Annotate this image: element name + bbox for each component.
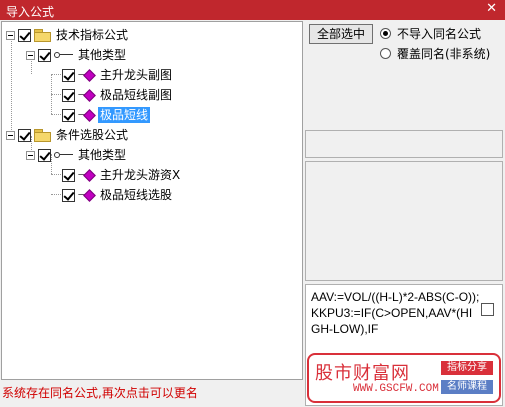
subgroup-checkbox[interactable] [38, 48, 51, 62]
collapse-icon[interactable] [6, 30, 15, 40]
tree-subgroup-label: 其他类型 [78, 148, 127, 162]
tree-subgroup-other[interactable]: 其他类型 [26, 146, 128, 164]
radio-overwrite-duplicates[interactable]: 覆盖同名(非系统) [380, 45, 490, 62]
tree-subgroup-label: 其他类型 [78, 48, 127, 62]
code-checkbox[interactable] [481, 303, 494, 316]
select-all-button[interactable]: 全部选中 [309, 24, 373, 44]
tree-group-label: 条件选股公式 [56, 128, 129, 142]
radio-label: 覆盖同名(非系统) [397, 47, 491, 61]
item-checkbox[interactable] [62, 88, 75, 102]
item-checkbox[interactable] [62, 68, 75, 82]
folder-icon [34, 129, 51, 142]
watermark-name: 股市财富网 [315, 363, 410, 384]
radio-label: 不导入同名公式 [397, 27, 482, 41]
tree-group-indicators[interactable]: 技术指标公式 [6, 26, 130, 44]
formula-icon [78, 189, 96, 201]
tree-group-label: 技术指标公式 [56, 28, 129, 42]
tree-item-label: 极品短线 [98, 107, 151, 123]
item-checkbox[interactable] [62, 168, 75, 182]
item-checkbox[interactable] [62, 108, 75, 122]
window-title: 导入公式 [6, 5, 55, 19]
description-panel [305, 161, 503, 281]
tree-item[interactable]: 极品短线副图 [62, 86, 174, 104]
collapse-icon[interactable] [6, 130, 15, 140]
tree-item[interactable]: 主升龙头副图 [62, 66, 174, 84]
watermark-tag-course: 名师课程 [441, 380, 493, 394]
title-bar: 导入公式 ✕ [0, 0, 505, 20]
radio-skip-duplicates[interactable]: 不导入同名公式 [380, 25, 481, 42]
tree-item-label: 主升龙头游资X [100, 168, 181, 182]
tree-subgroup-other[interactable]: 其他类型 [26, 46, 128, 64]
formula-icon [78, 169, 96, 181]
formula-icon [78, 109, 96, 121]
subgroup-checkbox[interactable] [38, 148, 51, 162]
collapse-icon[interactable] [26, 150, 35, 160]
formula-icon [78, 89, 96, 101]
tree-item[interactable]: 主升龙头游资X [62, 166, 182, 184]
key-icon [54, 49, 74, 61]
watermark-url: WWW.GSCFW.COM [353, 383, 439, 395]
close-icon[interactable]: ✕ [486, 1, 497, 16]
formula-icon [78, 69, 96, 81]
formula-tree[interactable]: 技术指标公式 其他类型 主升龙头副图 极品短线副图 极品短线 条件选股公式 其他… [1, 21, 303, 380]
tree-item-label: 极品短线副图 [100, 88, 173, 102]
tree-item-label: 极品短线选股 [100, 188, 173, 202]
item-checkbox[interactable] [62, 188, 75, 202]
radio-dot[interactable] [380, 28, 391, 39]
tree-item-label: 主升龙头副图 [100, 68, 173, 82]
key-icon [54, 149, 74, 161]
status-message: 系统存在同名公式,再次点击可以更名 [2, 386, 198, 400]
radio-dot[interactable] [380, 48, 391, 59]
tree-item[interactable]: 极品短线选股 [62, 186, 174, 204]
folder-icon [34, 29, 51, 42]
watermark-logo: 股市财富网 WWW.GSCFW.COM 指标分享 名师课程 [307, 353, 501, 403]
code-text: AAV:=VOL/((H-L)*2-ABS(C-O)); KKPU3:=IF(C… [311, 290, 480, 336]
group-checkbox[interactable] [18, 28, 31, 42]
name-field[interactable] [305, 130, 503, 158]
tree-group-screening[interactable]: 条件选股公式 [6, 126, 130, 144]
collapse-icon[interactable] [26, 50, 35, 60]
tree-item-selected[interactable]: 极品短线 [62, 106, 151, 124]
watermark-tag-share: 指标分享 [441, 361, 493, 375]
group-checkbox[interactable] [18, 128, 31, 142]
